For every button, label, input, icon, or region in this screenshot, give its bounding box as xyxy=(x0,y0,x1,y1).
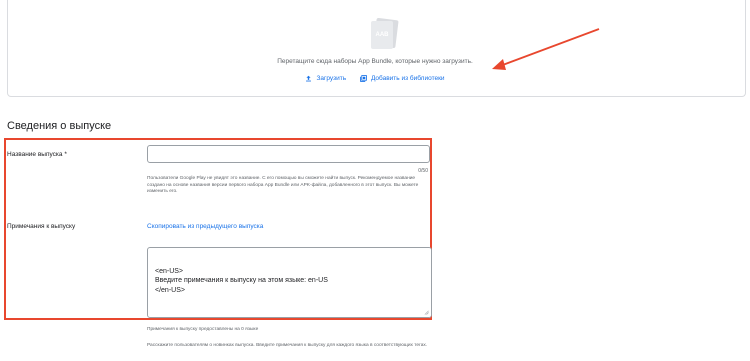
notes-language-count: Примечания к выпуску предоставлены на 0 … xyxy=(147,327,259,332)
release-notes-label: Примечания к выпуску xyxy=(7,223,76,230)
release-name-label-text: Название выпуска xyxy=(7,151,63,158)
release-name-input[interactable] xyxy=(147,145,430,163)
release-name-counter: 0/50 xyxy=(418,168,428,174)
copy-from-previous-link[interactable]: Скопировать из предыдущего выпуска xyxy=(147,223,263,230)
release-name-hint: Пользователи Google Play не увидят это н… xyxy=(147,176,419,195)
release-name-label: Название выпуска * xyxy=(7,151,67,158)
required-mark: * xyxy=(64,151,67,158)
notes-help-text: Расскажите пользователям о новинках выпу… xyxy=(147,343,428,348)
section-title: Сведения о выпуске xyxy=(7,120,112,132)
release-notes-text: <en-US> Введите примечания к выпуску на … xyxy=(155,267,328,294)
resize-handle-icon[interactable] xyxy=(424,310,429,315)
release-notes-textarea[interactable]: <en-US> Введите примечания к выпуску на … xyxy=(147,247,432,318)
